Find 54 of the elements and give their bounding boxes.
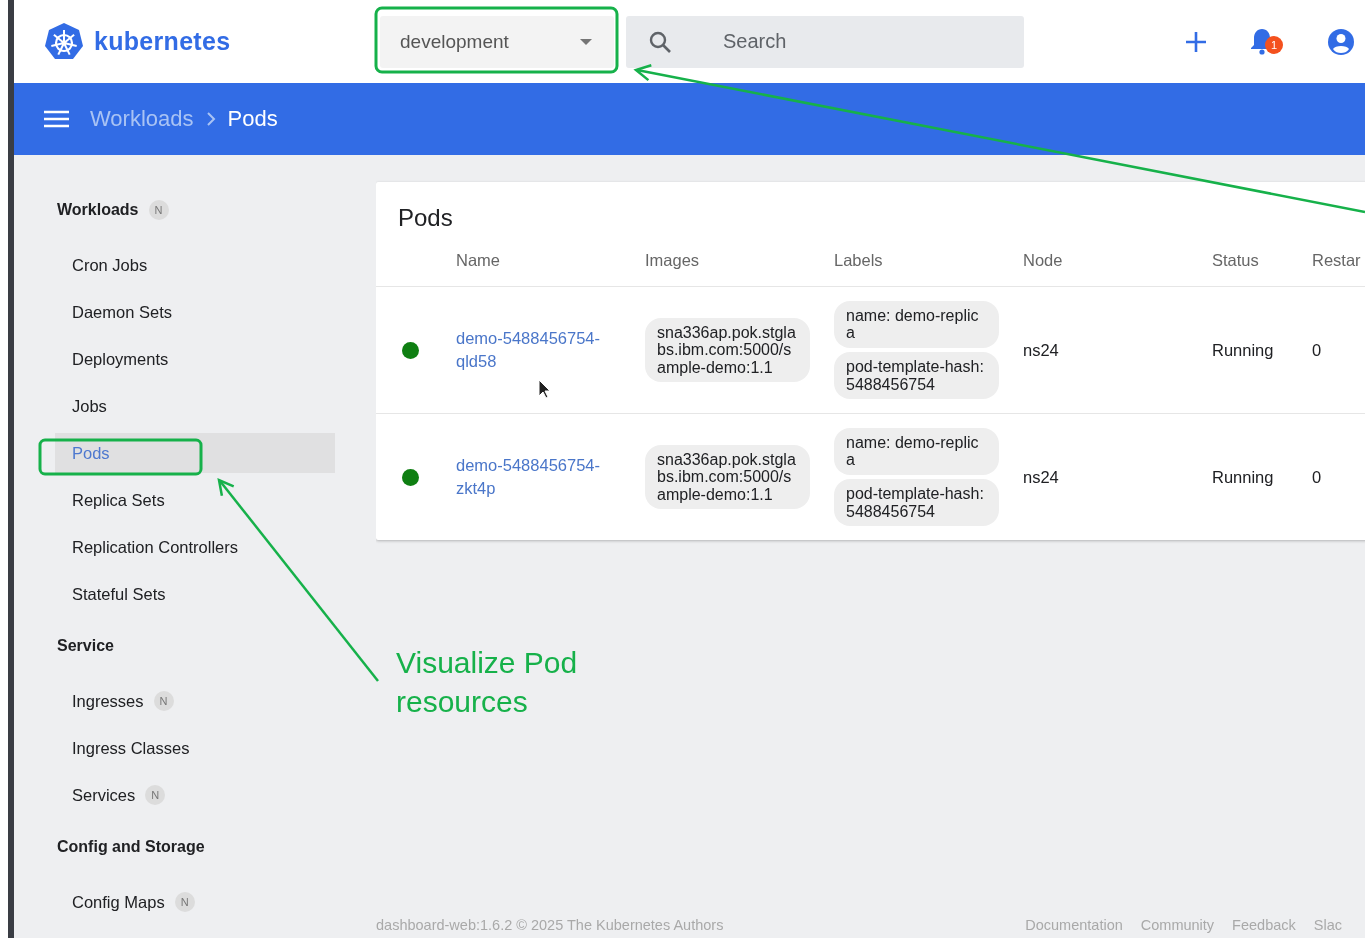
copyright-text: dashboard-web:1.6.2 © 2025 The Kubernetes Authors <box>376 917 724 933</box>
nav-item[interactable]: Ingresses N <box>55 681 335 721</box>
column-header[interactable]: Name <box>456 251 500 270</box>
node-text: ns24 <box>1023 467 1059 487</box>
nav-item[interactable]: Services N <box>55 775 335 815</box>
label-chip: name: demo-replica <box>834 427 999 475</box>
nav-item[interactable]: Replication Controllers <box>55 527 335 567</box>
mouse-pointer-icon <box>538 379 550 399</box>
nav-item[interactable]: Ingress Classes <box>55 728 335 768</box>
caret-icon <box>580 38 592 45</box>
nav-item[interactable]: Deployments <box>55 339 335 379</box>
column-header[interactable]: Restar <box>1312 251 1361 270</box>
add-icon[interactable] <box>1185 30 1207 53</box>
image-chip: sna336ap.pok.stglabs.ibm.com:5000/sample-demo:1.1 <box>645 317 810 383</box>
column-header[interactable]: Labels <box>834 251 883 270</box>
status-text: Running <box>1212 340 1274 360</box>
status-text: Running <box>1212 467 1274 487</box>
section-heading: Config and Storage <box>57 838 205 856</box>
helm-wheel-logo-icon <box>44 21 84 62</box>
section-heading: Service <box>57 637 114 655</box>
pod-link[interactable]: demo-5488456754-zkt4p <box>456 453 621 501</box>
node-text: ns24 <box>1023 340 1059 360</box>
namespaced-badge: N <box>153 691 174 711</box>
nav-item[interactable]: Stateful Sets <box>55 574 335 614</box>
column-header[interactable]: Status <box>1212 251 1259 270</box>
notifications-button[interactable]: 1 <box>1249 26 1285 57</box>
section-heading: Workloads <box>57 201 139 219</box>
label-chip: pod-template-hash: 5488456754 <box>834 352 999 400</box>
breadcrumb-link[interactable]: Pods <box>227 106 278 132</box>
callout-text: Visualize Pod resources <box>396 645 579 720</box>
column-header[interactable]: Node <box>1023 251 1063 270</box>
label-chip: name: demo-replica <box>834 300 999 348</box>
image-chip: sna336ap.pok.stglabs.ibm.com:5000/sample-demo:1.1 <box>645 444 810 510</box>
chevron-right-icon <box>205 112 216 126</box>
nav-item[interactable]: Config Maps N <box>55 882 335 922</box>
restarts-text: 0 <box>1312 340 1322 360</box>
nav-item[interactable]: Cron Jobs <box>55 245 335 285</box>
namespaced-badge: N <box>174 892 195 912</box>
restarts-text: 0 <box>1312 467 1322 487</box>
nav-item[interactable]: Jobs <box>55 386 335 426</box>
namespaced-badge: N <box>148 200 169 220</box>
logo-text: kubernetes <box>94 27 231 56</box>
pod-link[interactable]: demo-5488456754-qld58 <box>456 326 621 374</box>
nav-item[interactable]: Daemon Sets <box>55 292 335 332</box>
card-title: Pods <box>398 204 453 231</box>
namespaced-badge: N <box>145 785 166 805</box>
notification-count: 1 <box>1265 35 1283 54</box>
column-header[interactable]: Images <box>645 251 700 270</box>
account-icon[interactable] <box>1327 27 1355 56</box>
label-chip: pod-template-hash: 5488456754 <box>834 479 999 527</box>
search-field[interactable]: Search <box>626 15 1024 68</box>
nav-item[interactable]: Pods <box>55 433 335 473</box>
namespace-select[interactable]: development <box>380 15 614 68</box>
nav-item[interactable]: Replica Sets <box>55 480 335 520</box>
